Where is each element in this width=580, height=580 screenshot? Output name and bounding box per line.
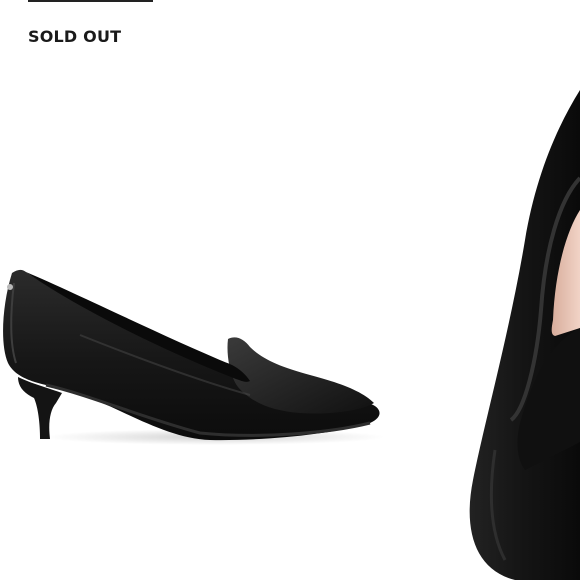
divider	[28, 0, 153, 2]
sold-out-label: SOLD OUT	[28, 27, 122, 46]
product-image-closeup-view[interactable]	[455, 90, 580, 580]
product-image-side-view[interactable]	[0, 255, 390, 455]
shoe-side-illustration	[3, 269, 385, 445]
shoe-closeup-illustration	[469, 90, 580, 580]
product-gallery: SOLD OUT	[0, 0, 580, 580]
